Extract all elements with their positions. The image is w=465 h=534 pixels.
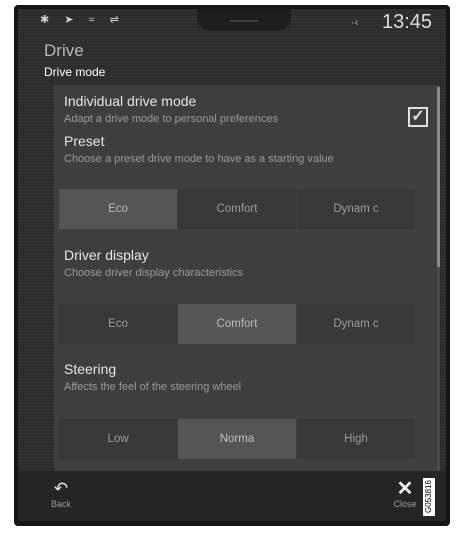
status-bar: ✱ ➤ ≈ ⇌ ·‹ 13:45 (18, 9, 446, 37)
volume-icon: ·‹ (351, 17, 359, 29)
preset-option-comfort[interactable]: Comfort (178, 189, 296, 229)
preset-description: Choose a preset drive mode to have as a … (64, 153, 334, 165)
steering-option-low[interactable]: Low (59, 419, 177, 459)
steering-selector: Low Norma High (59, 419, 415, 459)
preset-selector: Eco Comfort Dynam c (59, 189, 415, 229)
back-label: Back (50, 499, 71, 509)
scrollbar[interactable] (437, 87, 440, 472)
steering-title: Steering (64, 361, 117, 377)
steering-option-normal[interactable]: Norma (178, 419, 296, 459)
driver-display-option-dynamic[interactable]: Dynam c (297, 304, 415, 344)
preset-option-eco[interactable]: Eco (59, 189, 177, 229)
page-title: Drive (44, 41, 84, 60)
settings-panel[interactable]: Individual drive mode Adapt a drive mode… (54, 85, 440, 481)
back-arrow-icon: ↶ (53, 479, 69, 498)
preset-title: Preset (64, 133, 105, 149)
clock: 13:45 (382, 11, 433, 33)
driver-display-description: Choose driver display characteristics (64, 267, 244, 279)
bottom-bar: ↶ Back ✕ Close (18, 471, 446, 521)
individual-drive-mode-title: Individual drive mode (64, 93, 197, 109)
steering-option-high[interactable]: High (297, 419, 415, 459)
page-subtitle: Drive mode (44, 65, 106, 79)
driver-display-option-eco[interactable]: Eco (59, 304, 177, 344)
steering-description: Affects the feel of the steering wheel (64, 381, 242, 393)
scrollbar-thumb[interactable] (437, 87, 440, 267)
status-icons: ✱ ➤ ≈ ⇌ (40, 14, 125, 26)
driver-display-option-comfort[interactable]: Comfort (178, 304, 296, 344)
preset-option-dynamic[interactable]: Dynam c (297, 189, 415, 229)
checkmark-icon: ✓ (411, 108, 425, 125)
pull-handle-bar (230, 20, 258, 22)
figure-code: G053816 (423, 478, 435, 516)
individual-drive-mode-checkbox[interactable]: ✓ (408, 107, 428, 127)
driver-display-selector: Eco Comfort Dynam c (59, 304, 415, 344)
center-display: ✱ ➤ ≈ ⇌ ·‹ 13:45 Drive Drive mode Indivi… (18, 9, 446, 521)
top-view-pull-handle[interactable] (197, 9, 291, 31)
driver-display-title: Driver display (64, 247, 149, 263)
individual-drive-mode-description: Adapt a drive mode to personal preferenc… (64, 113, 279, 125)
back-button[interactable]: ↶ Back (36, 479, 86, 519)
